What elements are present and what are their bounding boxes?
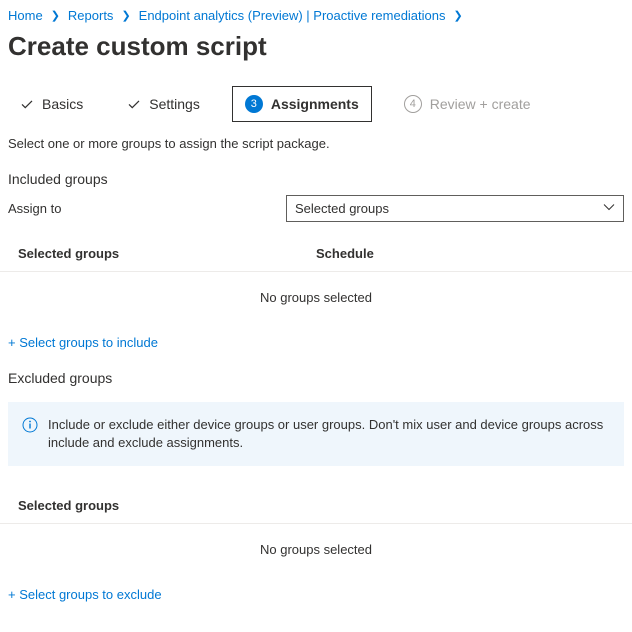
breadcrumb-home[interactable]: Home xyxy=(8,8,43,23)
wizard-tabs: Basics Settings 3 Assignments 4 Review +… xyxy=(0,86,632,136)
chevron-right-icon: ❯ xyxy=(121,9,130,22)
tab-basics-label: Basics xyxy=(42,96,83,112)
info-banner-text: Include or exclude either device groups … xyxy=(48,416,610,452)
included-table-header: Selected groups Schedule xyxy=(0,232,632,272)
select-groups-include-link[interactable]: + Select groups to include xyxy=(0,335,632,370)
included-empty-message: No groups selected xyxy=(0,272,632,335)
chevron-right-icon: ❯ xyxy=(454,9,463,22)
page-title: Create custom script xyxy=(0,27,632,86)
col-selected-groups: Selected groups xyxy=(18,246,316,261)
assign-to-select[interactable]: Selected groups xyxy=(286,195,624,222)
tab-settings-label: Settings xyxy=(149,96,200,112)
tab-review-label: Review + create xyxy=(430,96,531,112)
breadcrumb-endpoint-analytics[interactable]: Endpoint analytics (Preview) | Proactive… xyxy=(139,8,446,23)
tab-basics[interactable]: Basics xyxy=(8,88,95,120)
breadcrumb-reports[interactable]: Reports xyxy=(68,8,114,23)
check-icon xyxy=(20,97,34,111)
step-number-badge: 3 xyxy=(245,95,263,113)
excluded-empty-message: No groups selected xyxy=(0,524,632,587)
check-icon xyxy=(127,97,141,111)
tab-assignments-label: Assignments xyxy=(271,96,359,112)
step-number-badge: 4 xyxy=(404,95,422,113)
tab-review-create[interactable]: 4 Review + create xyxy=(392,87,543,121)
excluded-table-header: Selected groups xyxy=(0,484,632,524)
select-groups-exclude-link[interactable]: + Select groups to exclude xyxy=(0,587,632,622)
assign-to-label: Assign to xyxy=(8,201,286,216)
info-icon xyxy=(22,417,38,433)
included-groups-heading: Included groups xyxy=(0,171,632,195)
breadcrumb: Home ❯ Reports ❯ Endpoint analytics (Pre… xyxy=(0,0,632,27)
tab-assignments[interactable]: 3 Assignments xyxy=(232,86,372,122)
excluded-groups-heading: Excluded groups xyxy=(0,370,632,394)
col-selected-groups: Selected groups xyxy=(18,498,316,513)
tab-settings[interactable]: Settings xyxy=(115,88,212,120)
info-banner: Include or exclude either device groups … xyxy=(8,402,624,466)
chevron-down-icon xyxy=(603,201,615,216)
chevron-right-icon: ❯ xyxy=(51,9,60,22)
assign-to-value: Selected groups xyxy=(295,201,389,216)
col-schedule: Schedule xyxy=(316,246,374,261)
intro-text: Select one or more groups to assign the … xyxy=(0,136,632,171)
